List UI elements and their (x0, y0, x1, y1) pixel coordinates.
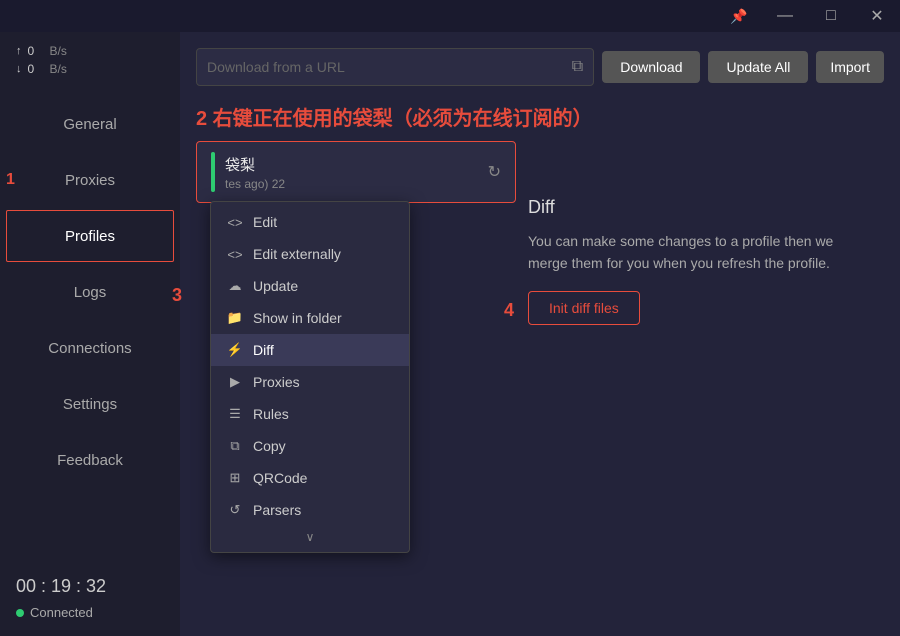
network-stats: ↑ 0 B/s ↓ 0 B/s (0, 32, 180, 88)
refresh-icon[interactable]: ↻ (488, 162, 501, 182)
menu-item-edit-externally[interactable]: <> Edit externally (211, 238, 409, 270)
profile-area: 3 袋梨 tes ago) 22 ↻ <> Edit <> Edit exter… (196, 141, 884, 203)
download-value: 0 (28, 62, 44, 76)
download-unit: B/s (50, 62, 67, 76)
diff-title: Diff (528, 197, 868, 218)
upload-arrow-icon: ↑ (16, 45, 22, 57)
navigation: General 1 Proxies Profiles Logs Connecti… (0, 96, 180, 560)
profile-active-indicator (211, 152, 215, 192)
sidebar-item-profiles[interactable]: Profiles (6, 210, 174, 262)
sidebar-bottom: 00 : 19 : 32 Connected (0, 560, 180, 636)
top-bar: Download from a URL ⧉ Download Update Al… (196, 48, 884, 86)
sidebar-item-connections[interactable]: Connections (0, 320, 180, 376)
main-content: Download from a URL ⧉ Download Update Al… (180, 32, 900, 636)
context-menu: <> Edit <> Edit externally ☁ Update 📁 Sh… (210, 201, 410, 553)
menu-edit-label: Edit (253, 214, 277, 230)
diff-description: You can make some changes to a profile t… (528, 230, 868, 275)
status-dot-icon (16, 609, 24, 617)
menu-item-copy[interactable]: ⧉ Copy (211, 430, 409, 462)
url-input-wrapper[interactable]: Download from a URL ⧉ (196, 48, 594, 86)
menu-item-show-folder[interactable]: 📁 Show in folder (211, 302, 409, 334)
profile-name: 袋梨 (225, 154, 478, 175)
update-icon: ☁ (227, 278, 243, 294)
menu-item-rules[interactable]: ☰ Rules (211, 398, 409, 430)
import-button[interactable]: Import (816, 51, 884, 83)
profile-card[interactable]: 袋梨 tes ago) 22 ↻ (196, 141, 516, 203)
menu-item-parsers[interactable]: ↺ Parsers (211, 494, 409, 526)
copy-url-icon[interactable]: ⧉ (572, 58, 583, 76)
edit-icon: <> (227, 215, 243, 230)
sidebar-item-settings[interactable]: Settings (0, 376, 180, 432)
pin-icon: 📌 (716, 0, 762, 32)
upload-unit: B/s (50, 44, 67, 58)
edit-external-icon: <> (227, 247, 243, 262)
minimize-button[interactable]: — (762, 0, 808, 32)
chevron-down-icon: ∨ (306, 530, 315, 544)
upload-value: 0 (28, 44, 44, 58)
titlebar: 📌 — □ ✕ (0, 0, 900, 32)
sidebar: ↑ 0 B/s ↓ 0 B/s General 1 Proxies Profil… (0, 0, 180, 636)
menu-expand-chevron[interactable]: ∨ (211, 526, 409, 548)
maximize-button[interactable]: □ (808, 0, 854, 32)
download-arrow-icon: ↓ (16, 63, 22, 75)
menu-edit-ext-label: Edit externally (253, 246, 341, 262)
parsers-icon: ↺ (227, 502, 243, 518)
sidebar-item-feedback[interactable]: Feedback (0, 432, 180, 488)
sidebar-item-logs[interactable]: Logs (0, 264, 180, 320)
status-label: Connected (30, 605, 93, 620)
sidebar-item-general[interactable]: General (0, 96, 180, 152)
connection-status: Connected (16, 605, 164, 620)
step4-label: 4 (504, 300, 514, 321)
download-stat: ↓ 0 B/s (16, 62, 164, 76)
profile-meta: tes ago) 22 (225, 177, 478, 191)
step1-label: 1 (6, 171, 15, 189)
folder-icon: 📁 (227, 310, 243, 326)
profile-info: 袋梨 tes ago) 22 (225, 154, 478, 191)
update-all-button[interactable]: Update All (708, 51, 808, 83)
copy-icon: ⧉ (227, 438, 243, 454)
init-diff-button[interactable]: Init diff files (528, 291, 640, 325)
menu-item-proxies[interactable]: ▶ Proxies (211, 366, 409, 398)
menu-item-qrcode[interactable]: ⊞ QRCode (211, 462, 409, 494)
rules-icon: ☰ (227, 406, 243, 422)
menu-parsers-label: Parsers (253, 502, 301, 518)
diff-icon: ⚡ (227, 342, 243, 358)
menu-item-diff[interactable]: ⚡ Diff (211, 334, 409, 366)
download-button[interactable]: Download (602, 51, 700, 83)
proxies-icon: ▶ (227, 374, 243, 390)
menu-proxies-label: Proxies (253, 374, 300, 390)
menu-item-edit[interactable]: <> Edit (211, 206, 409, 238)
upload-stat: ↑ 0 B/s (16, 44, 164, 58)
menu-qrcode-label: QRCode (253, 470, 307, 486)
menu-copy-label: Copy (253, 438, 286, 454)
menu-item-update[interactable]: ☁ Update (211, 270, 409, 302)
qrcode-icon: ⊞ (227, 470, 243, 486)
menu-rules-label: Rules (253, 406, 289, 422)
menu-folder-label: Show in folder (253, 310, 342, 326)
close-button[interactable]: ✕ (854, 0, 900, 32)
step3-label: 3 (172, 285, 182, 306)
annotation-2-text: 2 右键正在使用的袋梨（必须为在线订阅的） (196, 102, 884, 131)
time-display: 00 : 19 : 32 (16, 576, 164, 597)
menu-diff-label: Diff (253, 342, 274, 358)
menu-update-label: Update (253, 278, 298, 294)
url-placeholder: Download from a URL (207, 59, 572, 75)
sidebar-item-proxies[interactable]: 1 Proxies (0, 152, 180, 208)
diff-panel: Diff You can make some changes to a prof… (528, 197, 868, 325)
